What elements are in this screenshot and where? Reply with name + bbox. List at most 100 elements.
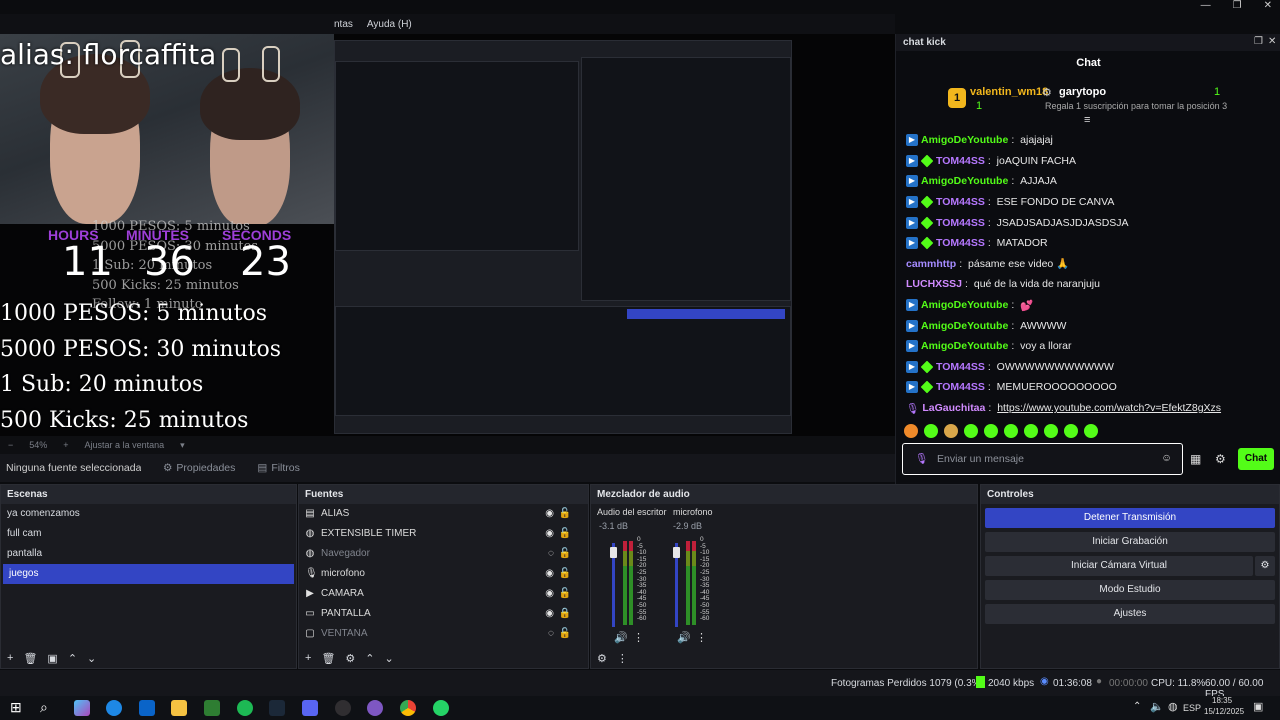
filter-icon[interactable]: ▣ [47, 652, 57, 665]
scene-item-selected[interactable]: juegos [3, 564, 294, 584]
expand-icon[interactable]: ≡ [1084, 114, 1090, 126]
start-virtual-cam-button[interactable]: Iniciar Cámara Virtual [985, 556, 1253, 576]
zoom-fit[interactable]: Ajustar a la ventana [85, 440, 165, 450]
gifter-2[interactable]: garytopo [1059, 86, 1106, 98]
emote-icon[interactable] [924, 424, 938, 438]
emote-icon[interactable] [1084, 424, 1098, 438]
rule-line: 500 Kicks: 25 minutos [0, 407, 249, 433]
source-item[interactable]: ▶ CAMARA ◉ 🔓 [299, 584, 588, 604]
undock-icon[interactable]: ❐ [1254, 36, 1263, 47]
emote-icon[interactable] [1044, 424, 1058, 438]
filters-button[interactable]: ▤ Filtros [257, 462, 300, 474]
search-icon[interactable]: ⌕ [40, 699, 48, 716]
steam-icon[interactable] [269, 700, 285, 716]
source-item[interactable]: 🎙 microfono ◉ 🔓 [299, 564, 588, 584]
restore-icon[interactable]: ❐ [1233, 0, 1242, 14]
trash-icon[interactable]: 🗑 [23, 652, 37, 665]
windows-start-icon[interactable]: ⊞ [10, 699, 22, 716]
scene-item[interactable]: full cam [1, 524, 296, 544]
badge-icon: ▶ [906, 237, 918, 250]
chevron-up-icon[interactable]: ⌃ [1133, 701, 1141, 712]
chevron-down-icon[interactable]: ▾ [180, 440, 185, 451]
fader-knob[interactable] [673, 547, 680, 558]
chevron-up-icon[interactable]: ⌃ [68, 652, 77, 665]
gear-icon[interactable]: ⚙ [1255, 556, 1275, 576]
store-icon[interactable] [204, 700, 220, 716]
gear-icon[interactable]: ⚙ [345, 652, 355, 665]
source-item[interactable]: ▭ PANTALLA ◉ 🔒 [299, 604, 588, 624]
chevron-down-icon[interactable]: ⌄ [87, 652, 96, 665]
rec-icon: ● [1096, 676, 1103, 687]
source-item[interactable]: ◍ Navegador ◌ 🔓 [299, 544, 588, 564]
discord-icon[interactable] [302, 700, 318, 716]
no-source-label: Ninguna fuente seleccionada [6, 462, 141, 474]
preview-canvas[interactable]: alias: florcaffita 1000 PESOS: 5 minutos… [0, 34, 895, 436]
scene-item[interactable]: ya comenzamos [1, 504, 296, 524]
properties-button[interactable]: ⚙ Propiedades [163, 462, 235, 474]
store-icon[interactable]: ▦ [1190, 452, 1201, 466]
chat-message: ▶ TOM44SS: ESE FONDO DE CANVA [906, 192, 1276, 213]
emoji-icon[interactable]: ☺ [1161, 452, 1172, 464]
edge-icon[interactable] [106, 700, 122, 716]
emote-icon[interactable] [1024, 424, 1038, 438]
kebab-menu-icon[interactable]: ⋮ [617, 652, 628, 665]
app-icon[interactable] [367, 700, 383, 716]
emote-icon[interactable] [984, 424, 998, 438]
gifter-1[interactable]: valentin_wm18 [970, 86, 1048, 98]
emote-icon[interactable] [1004, 424, 1018, 438]
settings-button[interactable]: Ajustes [985, 604, 1275, 624]
minimize-icon[interactable]: — [1201, 0, 1211, 14]
globe-icon: ◍ [305, 548, 315, 559]
obs-icon[interactable] [335, 700, 351, 716]
source-item[interactable]: ▤ ALIAS ◉ 🔓 [299, 504, 588, 524]
source-item[interactable]: ▢ VENTANA ◌ 🔓 [299, 624, 588, 644]
notification-icon[interactable]: ▣ [1253, 700, 1263, 713]
stop-stream-button[interactable]: Detener Transmisión [985, 508, 1275, 528]
zoom-out-icon[interactable]: − [8, 440, 13, 450]
zoom-in-icon[interactable]: + [63, 440, 68, 450]
chevron-up-icon[interactable]: ⌃ [365, 652, 374, 665]
add-icon[interactable]: + [305, 652, 311, 664]
send-chat-button[interactable]: Chat [1238, 448, 1274, 470]
kebab-menu-icon[interactable]: ⋮ [696, 631, 707, 644]
speaker-icon[interactable]: 🔊 [677, 631, 691, 644]
chat-message-input[interactable]: 🎙 Enviar un mensaje ☺ [902, 443, 1183, 475]
unlock-icon: 🔓 [558, 508, 571, 519]
trash-icon[interactable]: 🗑 [321, 652, 335, 665]
whatsapp-icon[interactable] [433, 700, 449, 716]
fader-knob[interactable] [610, 547, 617, 558]
spotify-icon[interactable] [237, 700, 253, 716]
menu-item-ayuda[interactable]: Ayuda (H) [367, 19, 412, 30]
source-item[interactable]: ◍ EXTENSIBLE TIMER ◉ 🔓 [299, 524, 588, 544]
emote-icon[interactable] [964, 424, 978, 438]
clock-date[interactable]: 15/12/2025 [1204, 707, 1244, 716]
chat-link[interactable]: https://www.youtube.com/watch?v=EfektZ8g… [997, 402, 1221, 414]
close-icon[interactable]: ✕ [1268, 36, 1276, 47]
start-recording-button[interactable]: Iniciar Grabación [985, 532, 1275, 552]
language[interactable]: ESP [1183, 703, 1201, 713]
add-icon[interactable]: + [7, 652, 13, 664]
nested-screen-capture [334, 40, 792, 434]
badge-icon: ▶ [906, 196, 918, 209]
network-icon[interactable]: ◍ [1168, 700, 1178, 713]
clock-time[interactable]: 18:35 [1212, 696, 1232, 705]
emote-icon[interactable] [904, 424, 918, 438]
chevron-down-icon[interactable]: ⌄ [385, 652, 394, 665]
emote-icon[interactable] [944, 424, 958, 438]
gear-icon[interactable]: ⚙ [1215, 452, 1226, 466]
folder-icon[interactable] [171, 700, 187, 716]
menu-item-herramientas[interactable]: ntas [334, 19, 353, 30]
studio-mode-button[interactable]: Modo Estudio [985, 580, 1275, 600]
kebab-menu-icon[interactable]: ⋮ [633, 631, 644, 644]
status-bar: Fotogramas Perdidos 1079 (0.3%) 2040 kbp… [0, 670, 1280, 700]
emote-icon[interactable] [1064, 424, 1078, 438]
speaker-icon[interactable]: 🔊 [614, 631, 628, 644]
chrome-icon[interactable] [400, 700, 416, 716]
outlook-icon[interactable] [139, 700, 155, 716]
unlock-icon: 🔓 [558, 588, 571, 599]
advanced-audio-icon[interactable]: ⚙ [597, 652, 607, 665]
app-icon[interactable] [74, 700, 90, 716]
scene-item[interactable]: pantalla [1, 544, 296, 564]
volume-icon[interactable]: 🔈 [1150, 700, 1164, 713]
close-icon[interactable]: ✕ [1264, 0, 1272, 14]
